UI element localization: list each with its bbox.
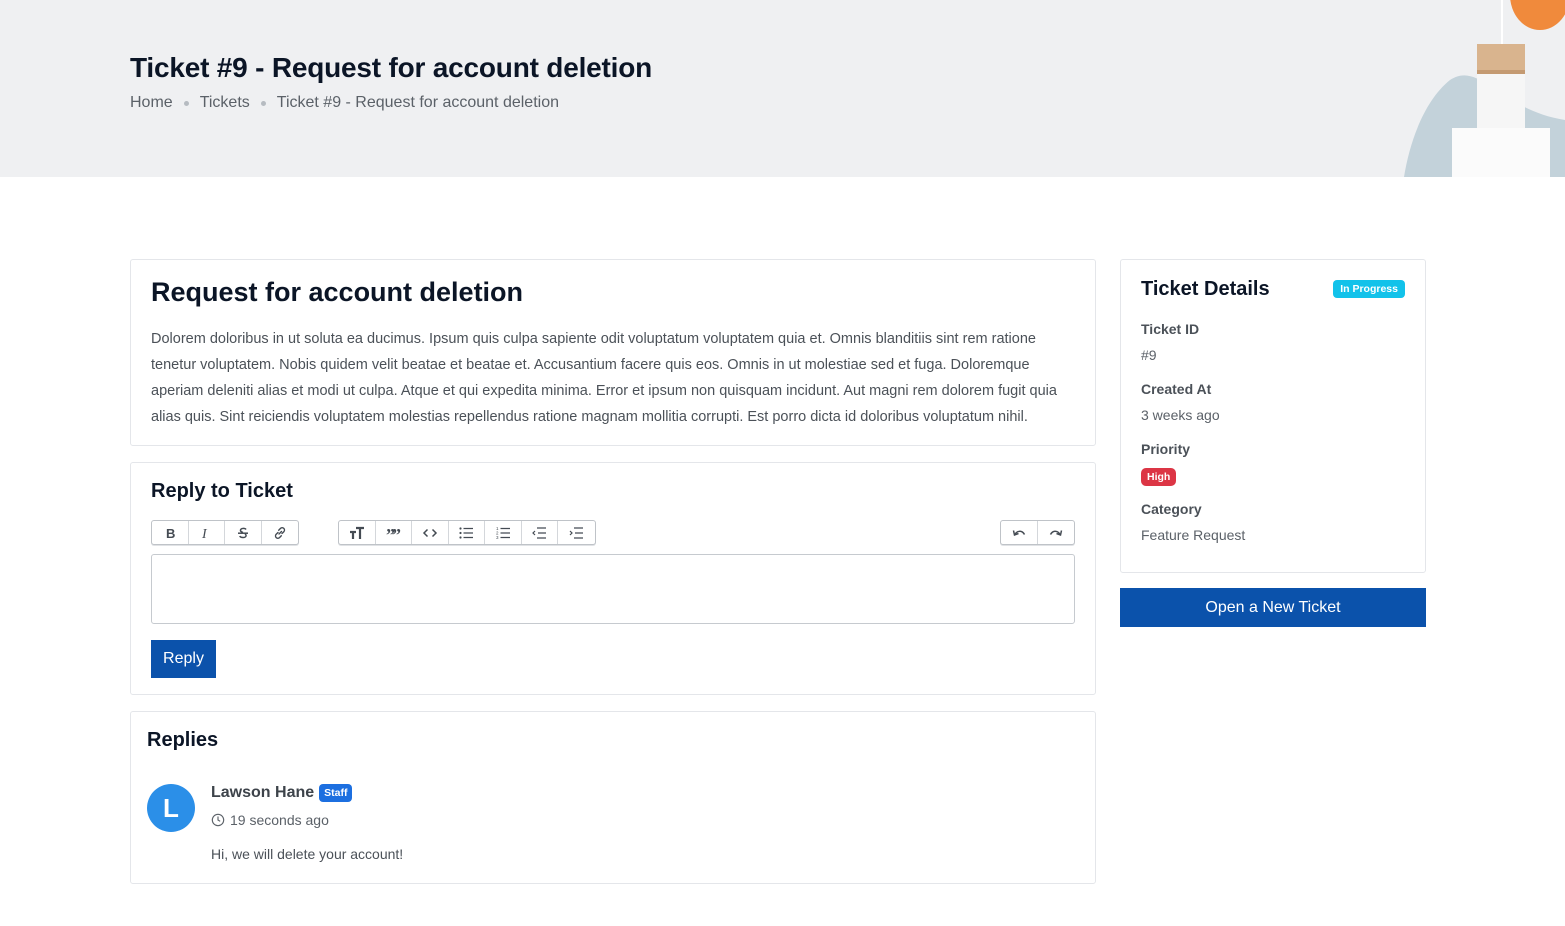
priority-label: Priority bbox=[1141, 441, 1191, 457]
link-icon bbox=[274, 526, 285, 539]
reply-form-card: Reply to Ticket B I ”” 123 Reply bbox=[130, 462, 1096, 695]
toolbar-history-group bbox=[1000, 520, 1075, 545]
reply-body: Hi, we will delete your account! bbox=[211, 846, 404, 862]
numbered-list-icon: 123 bbox=[496, 526, 510, 540]
breadcrumb: Home Tickets Ticket #9 - Request for acc… bbox=[130, 94, 559, 112]
undo-button[interactable] bbox=[1001, 521, 1038, 544]
created-at-value: 3 weeks ago bbox=[1141, 407, 1220, 423]
reply-timestamp: 19 seconds ago bbox=[211, 812, 329, 828]
breadcrumb-current: Ticket #9 - Request for account deletion bbox=[276, 94, 559, 111]
ticket-body: Dolorem doloribus in ut soluta ea ducimu… bbox=[151, 331, 1057, 425]
svg-text:”: ” bbox=[392, 525, 401, 541]
indent-button[interactable] bbox=[558, 521, 595, 544]
toolbar-format-group: B I bbox=[151, 520, 299, 545]
strikethrough-button[interactable] bbox=[225, 521, 262, 544]
details-title: Ticket Details bbox=[1141, 278, 1270, 300]
svg-text:3: 3 bbox=[496, 535, 499, 540]
reply-author-row: Lawson Hane Staff bbox=[211, 784, 353, 802]
reply-editor[interactable] bbox=[151, 554, 1075, 624]
category-value: Feature Request bbox=[1141, 527, 1246, 543]
italic-button[interactable]: I bbox=[189, 521, 225, 544]
heading-icon bbox=[349, 526, 364, 539]
numbered-list-button[interactable]: 123 bbox=[485, 521, 522, 544]
clock-icon bbox=[211, 813, 225, 827]
open-new-ticket-button[interactable]: Open a New Ticket bbox=[1120, 588, 1426, 627]
undo-icon bbox=[1012, 529, 1025, 536]
redo-icon bbox=[1049, 529, 1062, 536]
indent-icon bbox=[569, 526, 584, 539]
ticket-content-card: Request for account deletion Dolorem dol… bbox=[130, 259, 1096, 446]
ticket-id-value: #9 bbox=[1141, 347, 1157, 363]
reply-time-text: 19 seconds ago bbox=[230, 812, 329, 828]
strikethrough-icon bbox=[237, 527, 248, 538]
svg-text:I: I bbox=[201, 527, 208, 541]
breadcrumb-tickets[interactable]: Tickets bbox=[200, 94, 250, 112]
code-button[interactable] bbox=[412, 521, 449, 544]
bullet-list-button[interactable] bbox=[449, 521, 485, 544]
replies-title: Replies bbox=[147, 729, 219, 751]
outdent-button[interactable] bbox=[522, 521, 558, 544]
svg-text:B: B bbox=[166, 526, 175, 541]
decorative-lamp-illustration bbox=[1404, 0, 1565, 177]
quote-button[interactable]: ”” bbox=[376, 521, 412, 544]
reply-button[interactable]: Reply bbox=[151, 640, 216, 678]
priority-badge: High bbox=[1141, 468, 1177, 486]
status-badge: In Progress bbox=[1333, 280, 1405, 298]
page-header: Ticket #9 - Request for account deletion… bbox=[0, 0, 1565, 177]
ticket-subject: Request for account deletion bbox=[151, 277, 524, 307]
bold-icon: B bbox=[166, 526, 175, 541]
redo-button[interactable] bbox=[1038, 521, 1075, 544]
toolbar-block-group: ”” 123 bbox=[338, 520, 596, 545]
ticket-id-label: Ticket ID bbox=[1141, 321, 1200, 337]
replies-card: Replies L Lawson Hane Staff 19 seconds a… bbox=[130, 711, 1096, 884]
outdent-icon bbox=[532, 526, 547, 539]
italic-icon: I bbox=[201, 527, 208, 541]
breadcrumb-separator bbox=[183, 100, 189, 106]
staff-badge: Staff bbox=[319, 784, 353, 802]
avatar: L bbox=[147, 784, 195, 832]
quote-icon: ”” bbox=[386, 525, 401, 541]
category-label: Category bbox=[1141, 501, 1202, 517]
created-at-label: Created At bbox=[1141, 381, 1212, 397]
ticket-details-card: Ticket Details In Progress Ticket ID #9 … bbox=[1120, 259, 1426, 573]
breadcrumb-separator bbox=[260, 100, 266, 106]
reply-author-name: Lawson Hane bbox=[211, 784, 315, 801]
heading-button[interactable] bbox=[339, 521, 376, 544]
breadcrumb-home[interactable]: Home bbox=[130, 94, 173, 112]
reply-form-title: Reply to Ticket bbox=[151, 480, 293, 502]
bullet-list-icon bbox=[459, 526, 474, 539]
code-icon bbox=[422, 528, 437, 537]
bold-button[interactable]: B bbox=[152, 521, 189, 544]
page-title: Ticket #9 - Request for account deletion bbox=[130, 52, 653, 83]
link-button[interactable] bbox=[262, 521, 299, 544]
